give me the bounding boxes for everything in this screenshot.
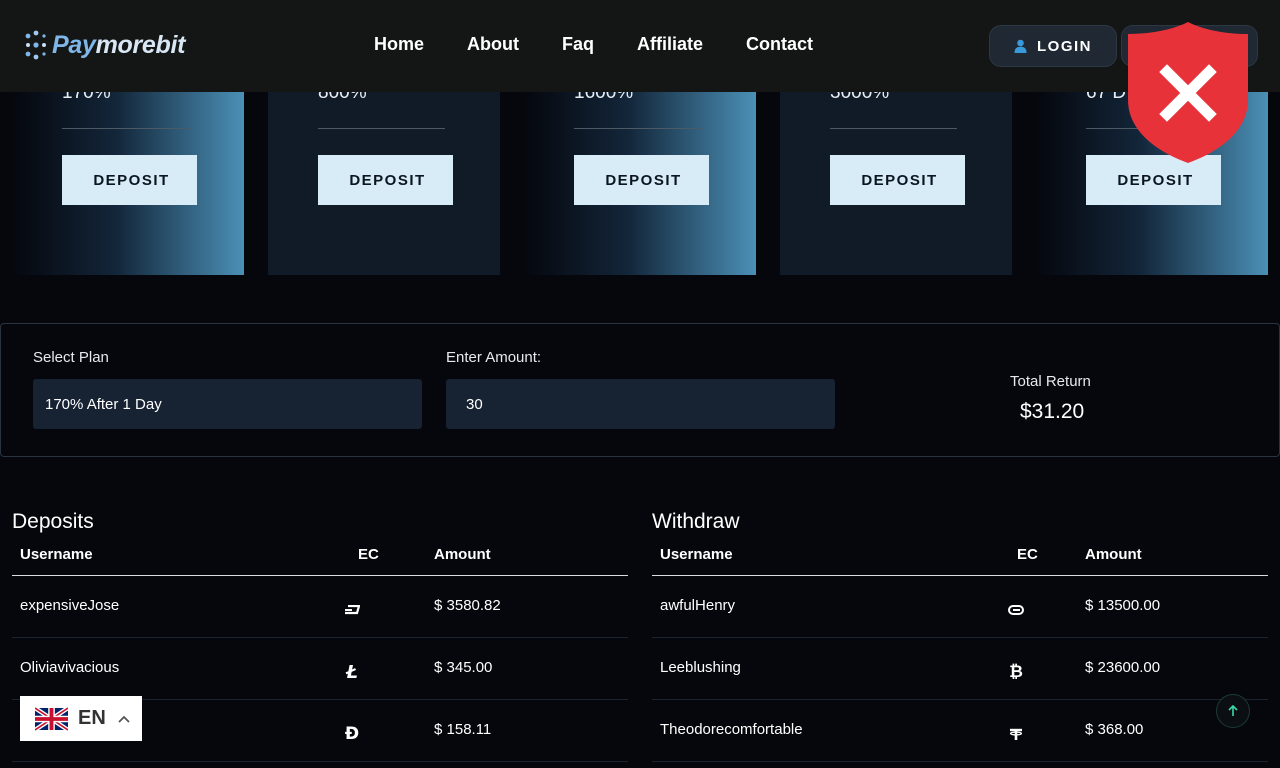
logo-text-part1: Pay	[52, 30, 96, 59]
table-row: Leeblushing ₿ $ 23600.00	[652, 638, 1268, 700]
chevron-up-icon	[118, 715, 130, 723]
amount: $ 368.00	[1085, 721, 1144, 738]
deposit-button[interactable]: DEPOSIT	[830, 155, 965, 205]
username: Leeblushing	[660, 659, 741, 676]
total-return-label: Total Return	[1010, 373, 1091, 390]
nav-home[interactable]: Home	[374, 34, 424, 55]
amount: $ 158.11	[434, 721, 492, 738]
select-plan-label: Select Plan	[33, 349, 109, 366]
nav-affiliate[interactable]: Affiliate	[637, 34, 703, 55]
withdraw-table: Username EC Amount awfulHenry $ 13500.00…	[652, 540, 1268, 762]
litecoin-icon: Ł	[346, 661, 358, 683]
col-username: Username	[660, 546, 733, 563]
login-label: LOGIN	[1037, 37, 1092, 55]
bitcoin-icon: ₿	[1009, 662, 1023, 682]
deposit-button[interactable]: DEPOSIT	[62, 155, 197, 205]
col-ec: EC	[1017, 546, 1038, 563]
col-amount: Amount	[434, 546, 491, 563]
login-button[interactable]: LOGIN	[989, 25, 1117, 67]
uk-flag-icon	[35, 706, 68, 731]
table-row: Oliviavivacious Ł $ 345.00	[12, 638, 628, 700]
amount-input[interactable]: 30	[446, 379, 835, 429]
table-row: awfulHenry $ 13500.00	[652, 576, 1268, 638]
back-to-top-button[interactable]	[1216, 694, 1250, 728]
table-header: Username EC Amount	[12, 540, 628, 576]
tether-icon	[1006, 724, 1026, 744]
plan-divider	[62, 128, 189, 129]
nav-faq[interactable]: Faq	[562, 34, 594, 55]
logo-mark-icon	[25, 30, 46, 60]
withdraw-title: Withdraw	[652, 510, 740, 533]
amount: $ 345.00	[434, 659, 493, 676]
plan-select[interactable]: 170% After 1 Day	[33, 379, 422, 429]
language-code: EN	[78, 707, 106, 729]
table-header: Username EC Amount	[652, 540, 1268, 576]
logo-text: Paymorebit	[52, 31, 185, 60]
deposits-title: Deposits	[12, 510, 94, 533]
amount: $ 3580.82	[434, 597, 501, 614]
username: Oliviavivacious	[20, 659, 120, 676]
amount: $ 23600.00	[1085, 659, 1161, 676]
nav-about[interactable]: About	[467, 34, 519, 55]
main-nav: Home About Faq Affiliate Contact	[374, 34, 856, 55]
amount-label: Enter Amount:	[446, 349, 542, 366]
plan-divider	[318, 128, 445, 129]
deposit-button[interactable]: DEPOSIT	[318, 155, 453, 205]
dogecoin-icon: Đ	[344, 724, 360, 744]
deposit-button[interactable]: DEPOSIT	[574, 155, 709, 205]
logo-text-part2: morebit	[95, 30, 186, 59]
dash-icon	[342, 600, 362, 620]
nav-contact[interactable]: Contact	[746, 34, 813, 55]
shield-x-icon[interactable]	[1126, 20, 1250, 165]
profit-calculator: Select Plan 170% After 1 Day Enter Amoun…	[0, 323, 1280, 457]
logo[interactable]: Paymorebit	[24, 30, 185, 60]
ethereum-classic-icon	[1006, 600, 1026, 620]
username: Theodorecomfortable	[660, 721, 803, 738]
col-ec: EC	[358, 546, 379, 563]
col-username: Username	[20, 546, 93, 563]
col-amount: Amount	[1085, 546, 1142, 563]
language-selector[interactable]: EN	[20, 696, 142, 741]
plan-divider	[574, 128, 701, 129]
plan-divider	[830, 128, 957, 129]
table-row: Theodorecomfortable $ 368.00	[652, 700, 1268, 762]
site-header: Paymorebit Home About Faq Affiliate Cont…	[0, 0, 1280, 92]
user-icon	[1014, 39, 1027, 53]
arrow-up-icon	[1228, 705, 1238, 716]
total-return-value: $31.20	[1020, 400, 1085, 423]
amount: $ 13500.00	[1085, 597, 1161, 614]
username: awfulHenry	[660, 597, 736, 614]
username: expensiveJose	[20, 597, 120, 614]
table-row: expensiveJose $ 3580.82	[12, 576, 628, 638]
